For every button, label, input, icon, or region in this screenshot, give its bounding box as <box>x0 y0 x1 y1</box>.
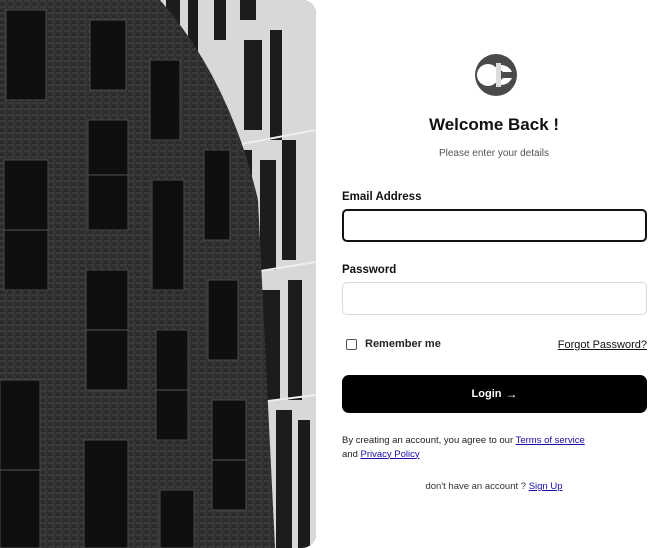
privacy-policy-link[interactable]: Privacy Policy <box>361 449 420 460</box>
email-label: Email Address <box>342 191 422 203</box>
remember-me-checkbox[interactable] <box>346 338 357 350</box>
page-title: Welcome Back ! <box>428 115 560 134</box>
arrow-right-icon: → <box>505 387 518 401</box>
terms-prefix: By creating an account, you agree to our <box>342 435 514 446</box>
login-button[interactable]: Login → <box>342 375 647 413</box>
signup-text: don't have an account ? Sign Up <box>316 481 672 492</box>
remember-me-label[interactable]: Remember me <box>365 338 441 350</box>
login-panel: Welcome Back ! Please enter your details… <box>316 0 672 548</box>
email-field[interactable] <box>342 209 647 242</box>
remember-me[interactable]: Remember me <box>346 338 441 350</box>
password-label: Password <box>342 264 397 276</box>
forgot-password-link[interactable]: Forgot Password? <box>558 339 647 351</box>
signup-prefix: don't have an account ? <box>425 481 527 492</box>
building-illustration <box>0 0 316 548</box>
page-subtitle: Please enter your details <box>438 148 550 159</box>
c-logo-icon <box>475 54 517 96</box>
terms-and: and <box>342 448 358 460</box>
terms-of-service-link[interactable]: Terms of service <box>516 435 585 446</box>
sign-up-link[interactable]: Sign Up <box>529 481 563 492</box>
password-field[interactable] <box>342 282 647 315</box>
terms-text: By creating an account, you agree to our… <box>342 434 647 461</box>
login-button-label: Login <box>471 388 502 400</box>
building-photo <box>0 0 316 548</box>
